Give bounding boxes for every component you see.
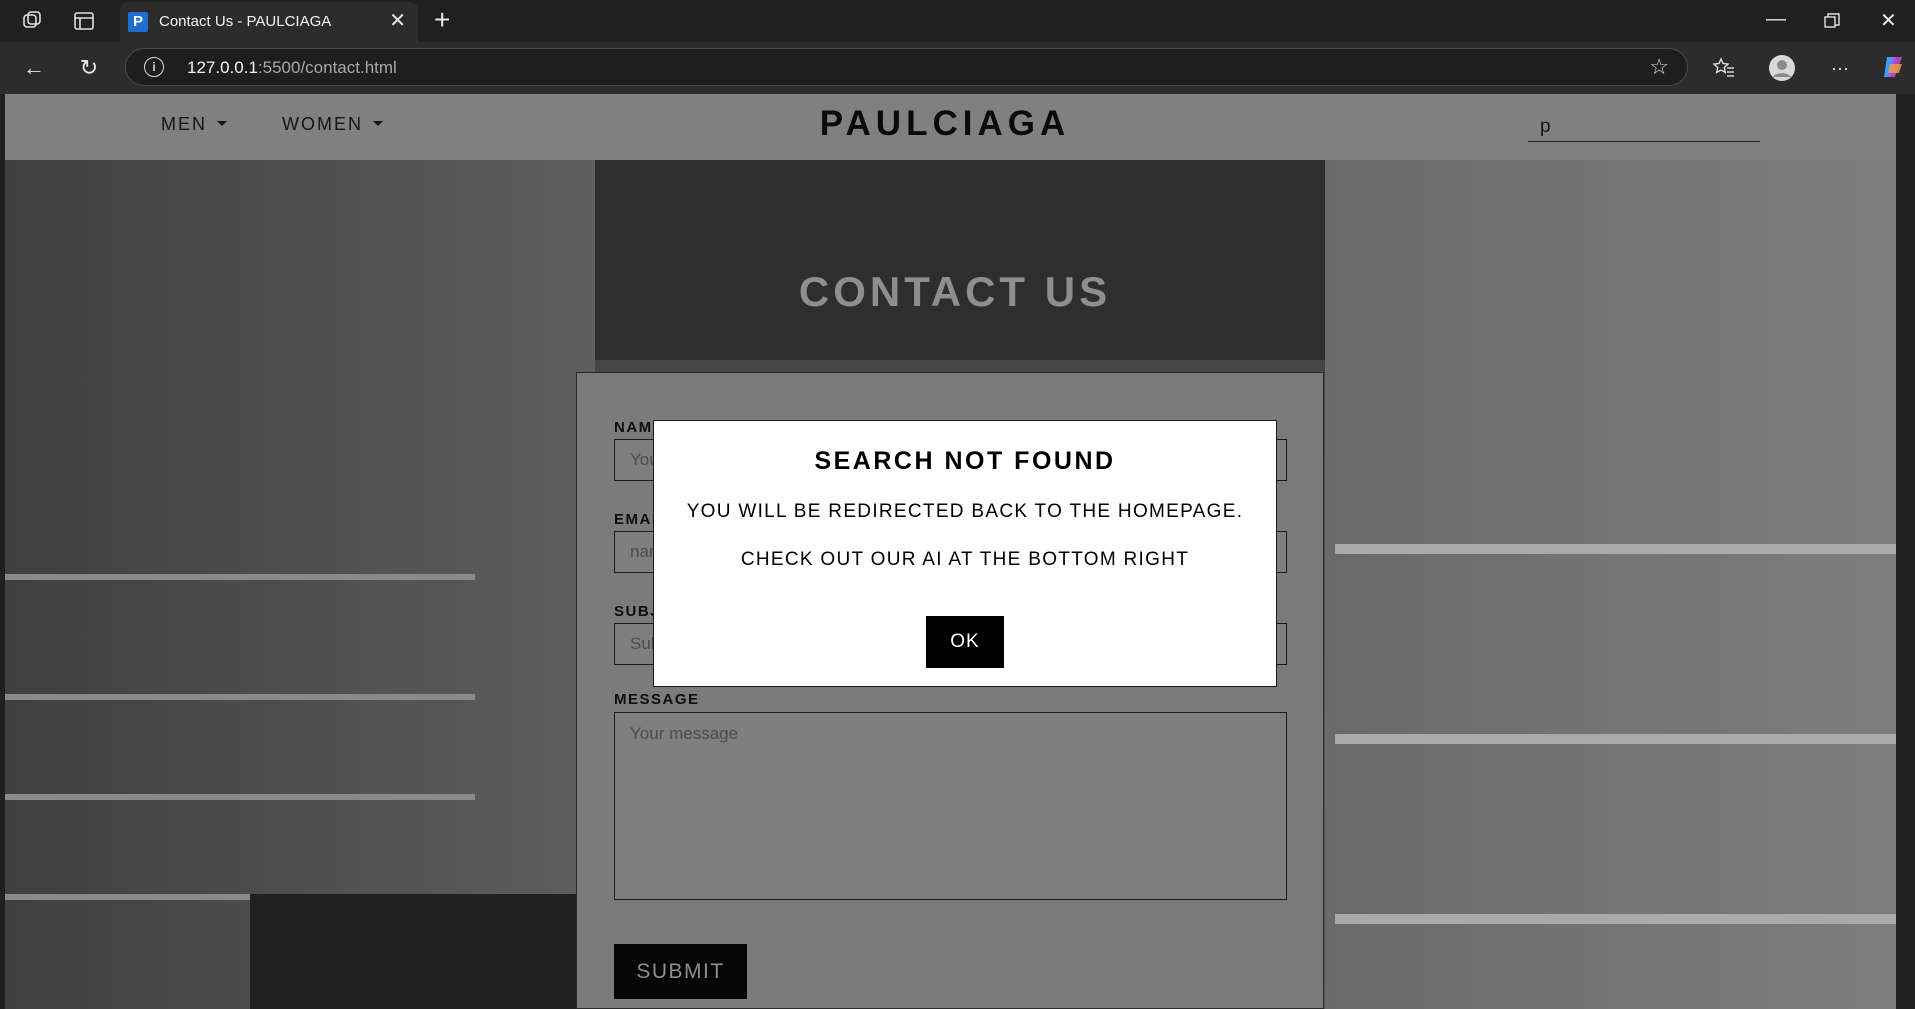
favorites-icon[interactable] (1710, 54, 1738, 82)
favorite-star-icon[interactable]: ☆ (1649, 54, 1669, 80)
tab-close-icon[interactable]: ✕ (389, 11, 406, 31)
store-right-wall (1325, 160, 1896, 1009)
address-path: :5500/contact.html (257, 58, 397, 77)
store-ceiling (595, 160, 1325, 360)
left-shelf (5, 574, 475, 580)
right-shelf (1335, 544, 1896, 554)
search-not-found-modal: SEARCH NOT FOUND YOU WILL BE REDIRECTED … (653, 420, 1277, 687)
site-navbar: MEN WOMEN PAULCIAGA (5, 94, 1896, 160)
nav-men-label: MEN (161, 114, 207, 134)
address-host: 127.0.0.1 (187, 58, 258, 77)
left-shelf (5, 694, 475, 700)
store-left-wall (5, 160, 595, 1009)
more-icon[interactable]: ··· (1826, 54, 1854, 82)
store-counter (250, 894, 580, 1009)
submit-button[interactable]: SUBMIT (614, 944, 747, 999)
caret-down-icon (217, 120, 227, 126)
tab-title: Contact Us - PAULCIAGA (159, 13, 332, 30)
left-shelf (5, 894, 255, 900)
right-shelf (1335, 914, 1896, 924)
message-field[interactable] (614, 712, 1287, 900)
search-input[interactable] (1528, 112, 1760, 142)
refresh-icon[interactable]: ↻ (75, 54, 103, 82)
workspaces-icon[interactable] (20, 9, 44, 33)
modal-message-redirect: YOU WILL BE REDIRECTED BACK TO THE HOMEP… (686, 501, 1244, 522)
back-icon[interactable]: ← (20, 54, 48, 82)
browser-titlebar: P Contact Us - PAULCIAGA ✕ + — ✕ (0, 0, 1915, 42)
browser-toolbar: ← ↻ i 127.0.0.1:5500/contact.html ☆ ··· (0, 42, 1915, 94)
page-title: CONTACT US (798, 268, 1112, 315)
address-url: 127.0.0.1:5500/contact.html (187, 58, 397, 78)
browser-tab-active[interactable]: P Contact Us - PAULCIAGA ✕ (120, 2, 418, 42)
close-window-icon[interactable]: ✕ (1880, 8, 1897, 33)
nav-women[interactable]: WOMEN (282, 114, 383, 135)
page-viewport: MEN WOMEN PAULCIAGA CONTACT US NAME EMAI… (5, 94, 1896, 1009)
left-shelf (5, 794, 475, 800)
minimize-icon[interactable]: — (1766, 8, 1786, 31)
profile-avatar-icon[interactable] (1768, 54, 1796, 82)
copilot-icon[interactable] (1879, 54, 1907, 82)
window-edge (1896, 94, 1915, 1009)
nav-women-label: WOMEN (282, 114, 363, 134)
caret-down-icon (373, 120, 383, 126)
tab-favicon: P (128, 12, 148, 32)
nav-men[interactable]: MEN (161, 114, 227, 135)
site-info-icon[interactable]: i (144, 57, 164, 77)
restore-icon[interactable] (1823, 8, 1841, 36)
ok-button[interactable]: OK (926, 616, 1004, 668)
right-shelf (1335, 734, 1896, 744)
address-bar[interactable]: i 127.0.0.1:5500/contact.html ☆ (125, 48, 1688, 86)
modal-title: SEARCH NOT FOUND (814, 447, 1116, 475)
brand-logo[interactable]: PAULCIAGA (815, 104, 1075, 144)
tab-actions-icon[interactable] (72, 9, 96, 33)
message-label: MESSAGE (614, 691, 700, 708)
new-tab-icon[interactable]: + (434, 6, 450, 34)
modal-message-ai: CHECK OUT OUR AI AT THE BOTTOM RIGHT (740, 549, 1190, 570)
